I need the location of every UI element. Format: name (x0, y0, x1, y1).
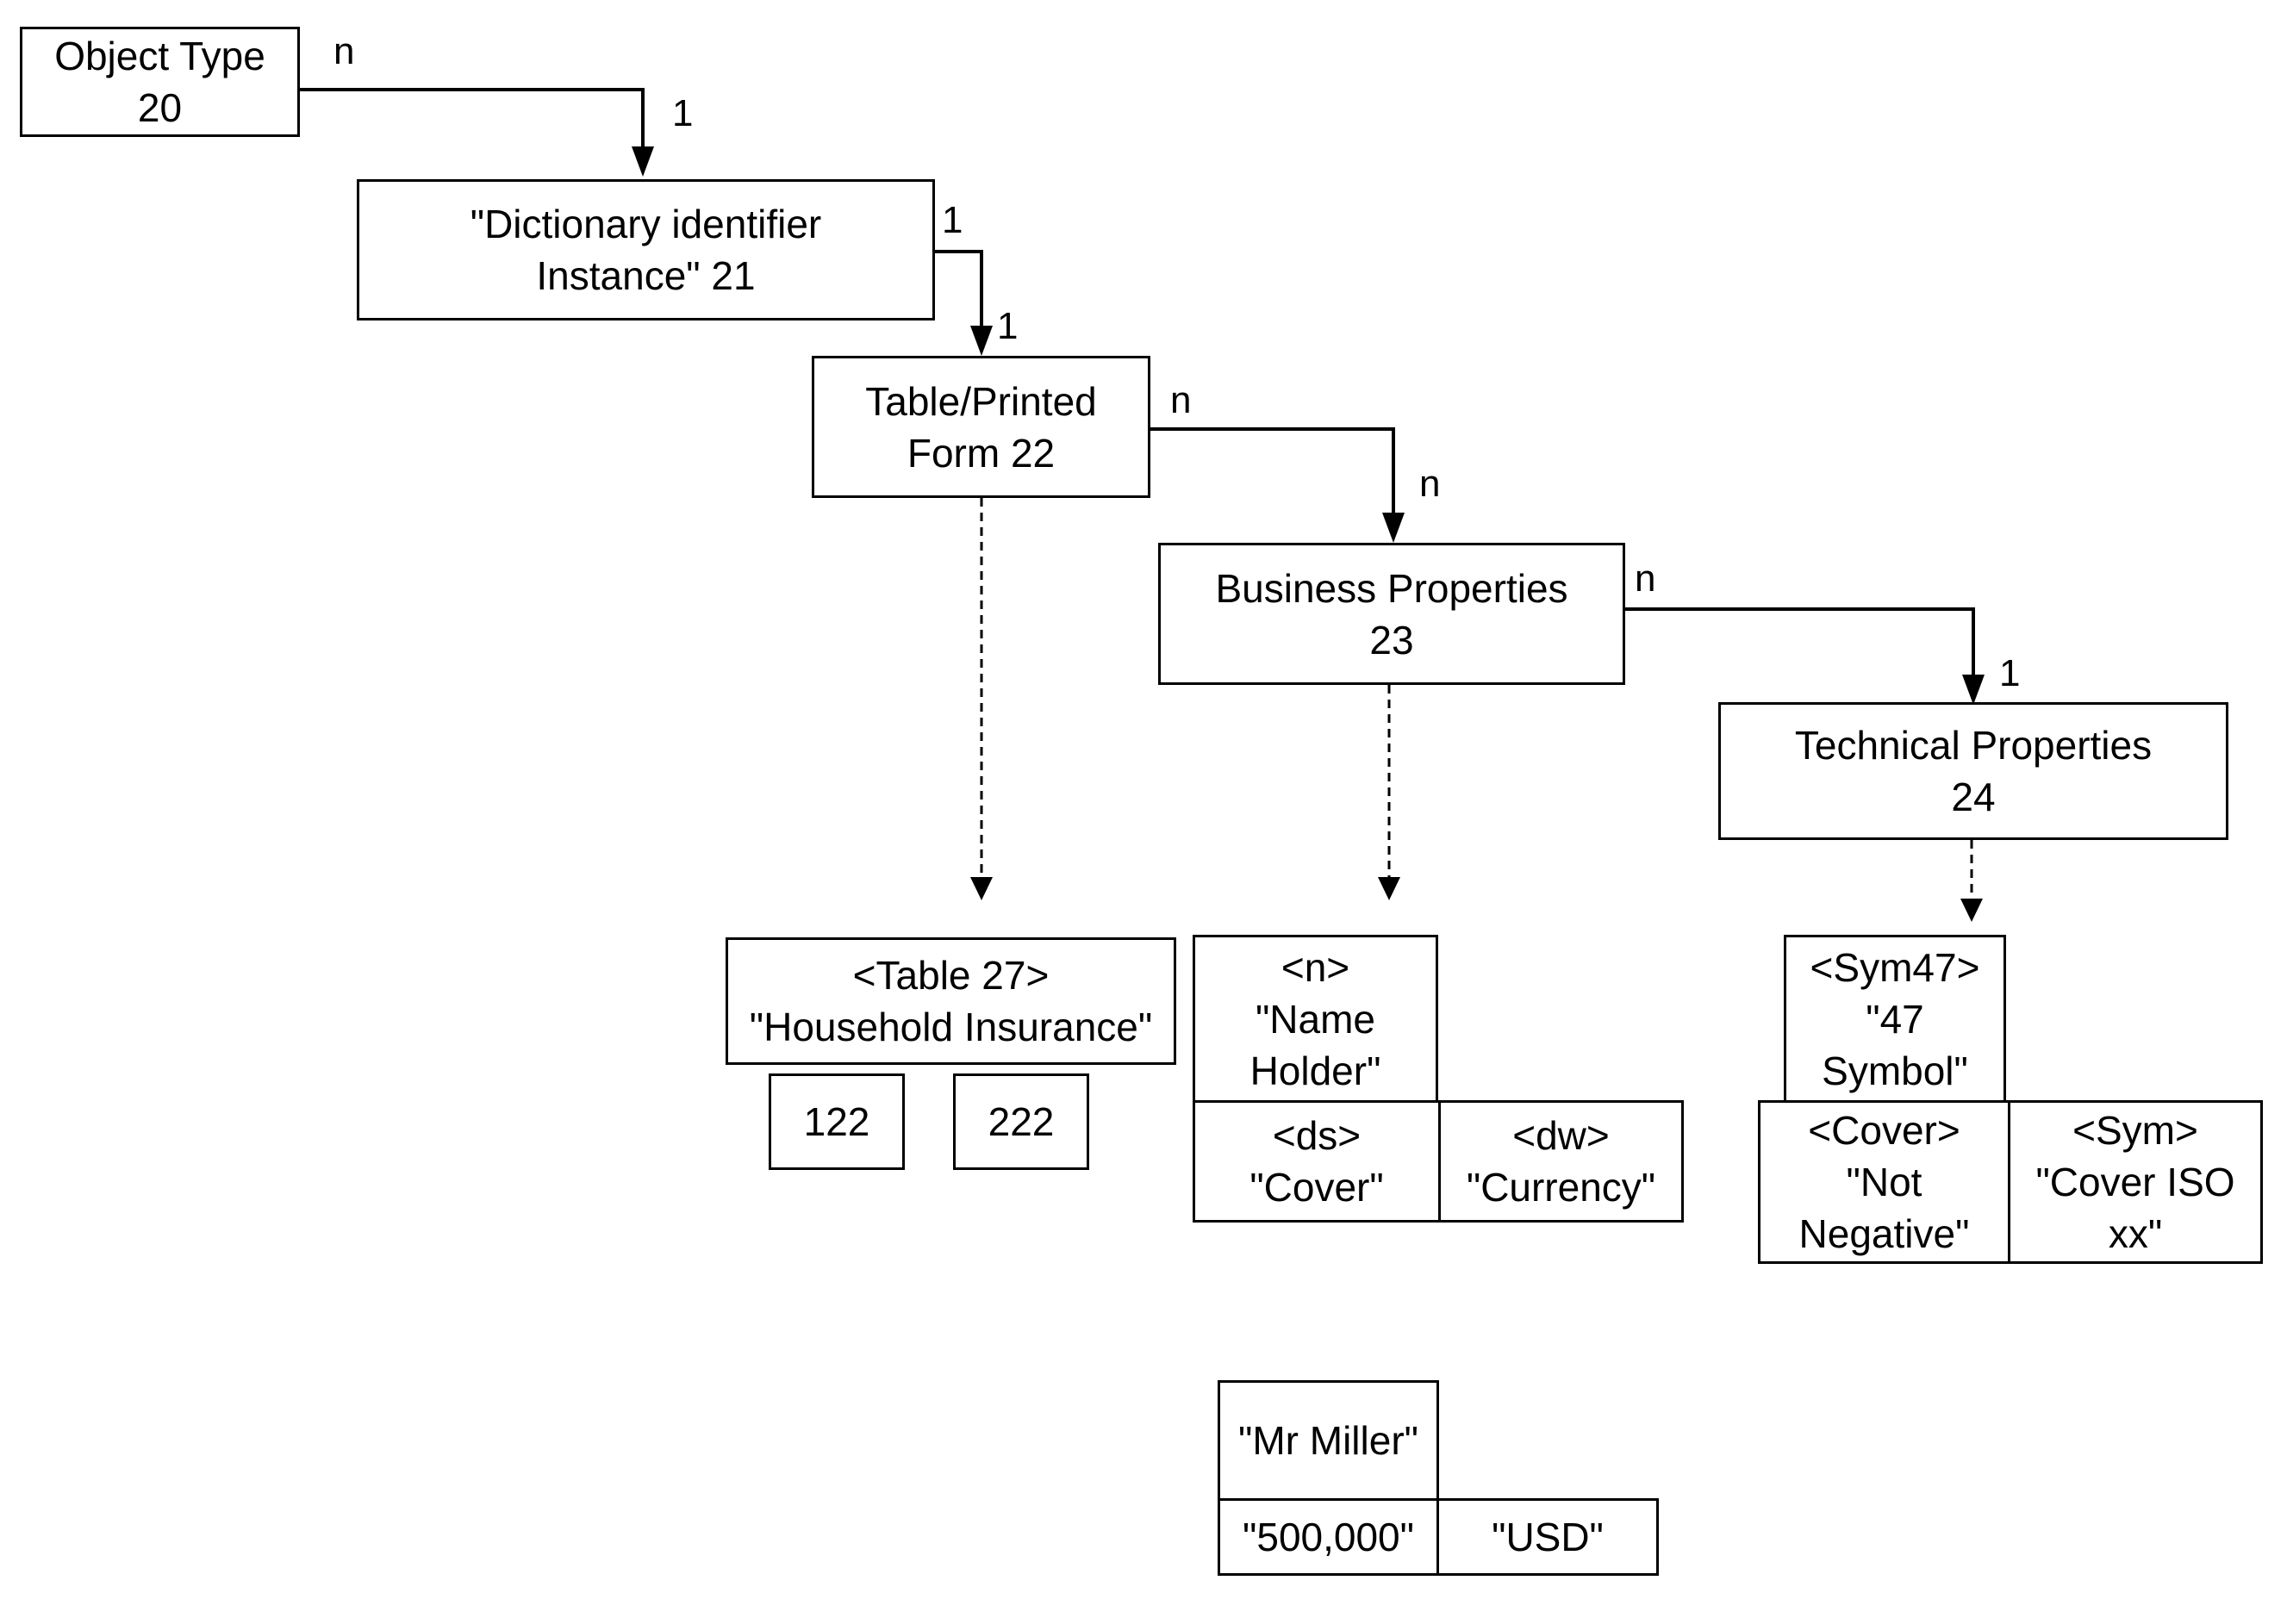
business-field-ds: <ds> "Cover" (1193, 1100, 1441, 1223)
arrowhead-icon (1962, 675, 1985, 705)
business-field-n: <n> "Name Holder" (1193, 935, 1438, 1103)
business-field-dw: <dw> "Currency" (1438, 1100, 1684, 1223)
arrowhead-icon (970, 877, 993, 900)
technical-field-sym47: <Sym47> "47 Symbol" (1784, 935, 2006, 1103)
technical-field-sym: <Sym> "Cover ISO xx" (2008, 1100, 2263, 1264)
arrowhead-icon (1382, 513, 1405, 543)
cardinality-label: n (1170, 379, 1192, 421)
table-cell: 222 (953, 1073, 1089, 1170)
cardinality-label: 1 (942, 199, 963, 241)
arrowhead-icon (632, 146, 654, 177)
cardinality-label: n (1419, 463, 1441, 505)
technical-properties-node: Technical Properties 24 (1718, 702, 2228, 840)
edge-business-to-technical (1624, 607, 1975, 689)
edge-table-to-business (1149, 427, 1395, 527)
instance-name-value: "Mr Miller" (1218, 1380, 1439, 1501)
instance-currency-value: "USD" (1436, 1498, 1659, 1576)
arrowhead-icon (1960, 899, 1983, 922)
cardinality-label: n (1635, 557, 1656, 600)
cardinality-label: 1 (997, 305, 1019, 347)
technical-field-cover: <Cover> "Not Negative" (1758, 1100, 2010, 1264)
business-properties-node: Business Properties 23 (1158, 543, 1625, 685)
table-example-header: <Table 27> "Household Insurance" (726, 937, 1176, 1065)
dictionary-instance-node: "Dictionary identifier Instance" 21 (357, 179, 935, 320)
edge-object-to-dictionary (299, 88, 645, 164)
table-form-node: Table/Printed Form 22 (812, 356, 1150, 498)
arrowhead-icon (1378, 877, 1400, 900)
cardinality-label: n (333, 30, 355, 72)
object-type-node: Object Type 20 (20, 27, 300, 137)
cardinality-label: 1 (672, 92, 694, 134)
table-cell: 122 (769, 1073, 905, 1170)
arrowhead-icon (970, 326, 993, 356)
cardinality-label: 1 (1999, 652, 2021, 694)
instance-amount-value: "500,000" (1218, 1498, 1439, 1576)
